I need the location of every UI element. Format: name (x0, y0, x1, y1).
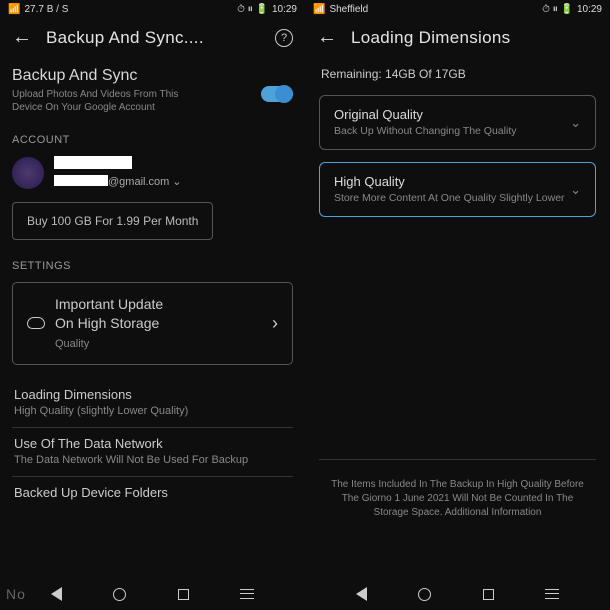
chevron-right-icon: › (272, 313, 278, 334)
no-label: No (6, 586, 26, 602)
help-icon[interactable]: ? (275, 29, 293, 47)
chevron-down-icon: ⌄ (570, 182, 581, 198)
header: ← Backup And Sync.... ? (0, 18, 305, 57)
signal-icon: 📶 (313, 4, 325, 15)
page-title: Backup And Sync.... (46, 28, 261, 48)
nav-menu-icon[interactable] (545, 589, 559, 599)
status-bar: 📶27.7 B / S ⏱ ⏸ 🔋10:29 (0, 0, 305, 18)
signal-icon: 📶 (8, 4, 20, 15)
status-bar: 📶Sheffield ⏱ ⏸ 🔋10:29 (305, 0, 610, 18)
redacted-name (54, 156, 132, 169)
backup-subtitle: Upload Photos And Videos From This (12, 88, 178, 101)
high-quality-option[interactable]: High Quality Store More Content At One Q… (319, 162, 596, 217)
redacted-email (54, 175, 108, 186)
nav-menu-icon[interactable] (240, 589, 254, 599)
nav-recent-icon[interactable] (178, 589, 189, 600)
nav-bar: No (0, 578, 305, 610)
header: ← Loading Dimensions (305, 18, 610, 57)
backup-title: Backup And Sync (12, 67, 178, 85)
storage-update-card[interactable]: Important Update On High Storage Quality… (12, 282, 293, 365)
backup-sync-toggle-row[interactable]: Backup And Sync Upload Photos And Videos… (12, 67, 293, 114)
settings-label: SETTINGS (12, 260, 293, 272)
nav-back-icon[interactable] (356, 587, 367, 601)
remaining-storage: Remaining: 14GB Of 17GB (305, 57, 610, 95)
chevron-down-icon[interactable]: ⌄ (172, 176, 181, 188)
nav-home-icon[interactable] (113, 588, 126, 601)
account-label: ACCOUNT (12, 134, 293, 146)
device-folders-row[interactable]: Backed Up Device Folders (12, 477, 293, 513)
avatar (12, 157, 44, 189)
nav-home-icon[interactable] (418, 588, 431, 601)
loading-dimensions-row[interactable]: Loading Dimensions High Quality (slightl… (12, 379, 293, 428)
nav-bar (305, 578, 610, 610)
nav-recent-icon[interactable] (483, 589, 494, 600)
divider (319, 459, 596, 460)
cloud-icon (27, 317, 45, 329)
original-quality-option[interactable]: Original Quality Back Up Without Changin… (319, 95, 596, 150)
nav-back-icon[interactable] (51, 587, 62, 601)
buy-storage-button[interactable]: Buy 100 GB For 1.99 Per Month (12, 202, 213, 240)
back-arrow-icon[interactable]: ← (12, 26, 32, 49)
data-network-row[interactable]: Use Of The Data Network The Data Network… (12, 428, 293, 477)
page-title: Loading Dimensions (351, 28, 598, 48)
back-arrow-icon[interactable]: ← (317, 26, 337, 49)
backup-toggle[interactable] (261, 86, 293, 102)
chevron-down-icon: ⌄ (570, 115, 581, 131)
account-row[interactable]: @gmail.com⌄ (12, 156, 293, 190)
footnote: The Items Included In The Backup In High… (305, 468, 610, 530)
